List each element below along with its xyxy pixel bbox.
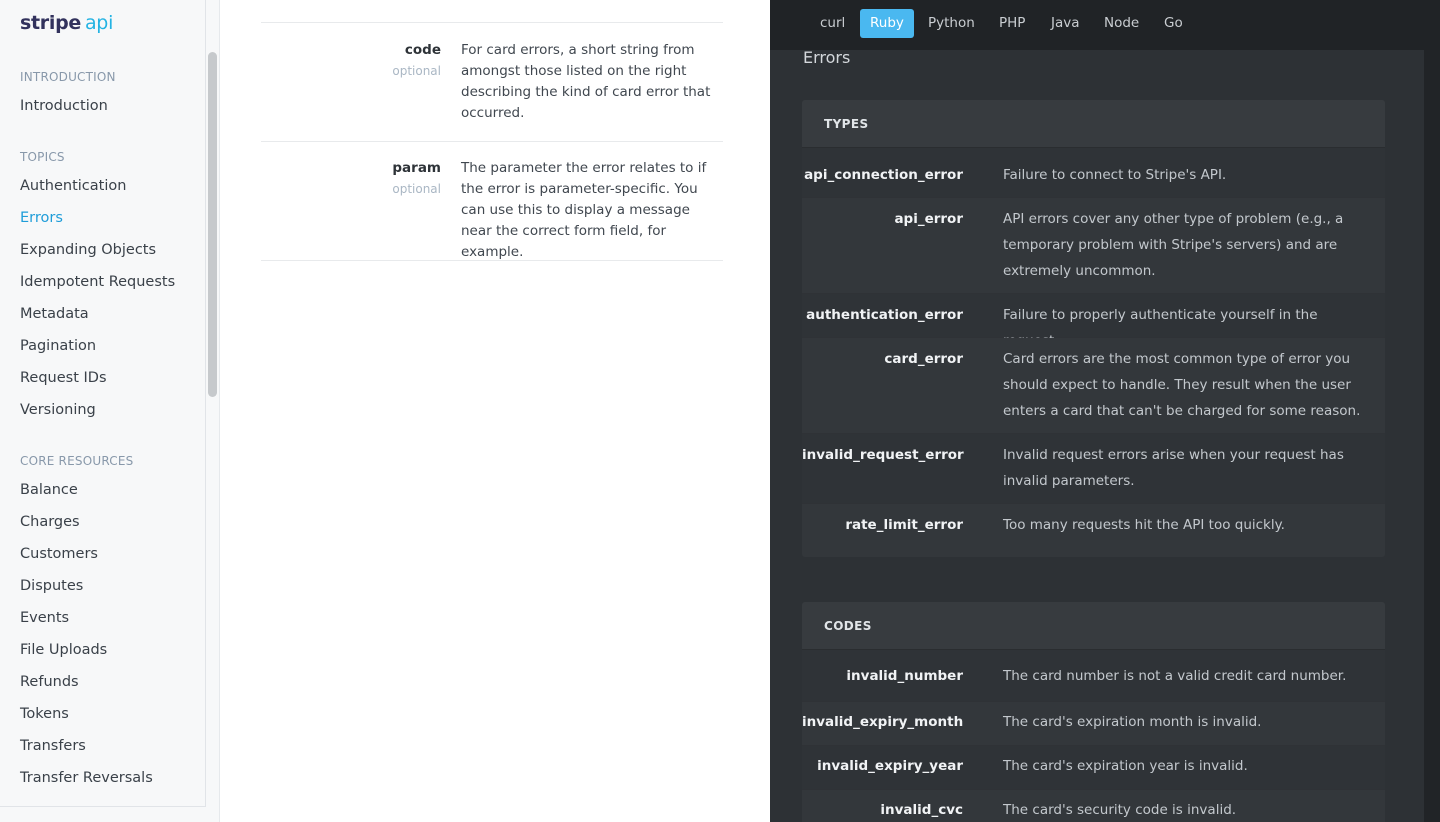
logo-suffix: api [84,12,114,34]
error-code-key: invalid_expiry_month [802,714,964,730]
table-row: rate_limit_error Too many requests hit t… [802,504,1385,556]
param-optional-label: optional [392,182,441,196]
error-code-description: The card's expiration year is invalid. [1003,758,1248,774]
error-type-description: Invalid request errors arise when your r… [1003,447,1344,489]
tab-go[interactable]: Go [1154,9,1193,38]
code-panel-heading: Errors [803,48,851,67]
sidebar-item-pagination[interactable]: Pagination [20,330,200,362]
code-panel: curl Ruby Python PHP Java Node Go Errors… [770,0,1440,822]
error-type-key: api_error [894,211,963,227]
param-row-param: param optional The parameter the error r… [261,142,723,261]
language-tabs: curl Ruby Python PHP Java Node Go [770,0,1440,50]
error-type-key: rate_limit_error [845,517,963,533]
error-type-key: card_error [884,351,963,367]
sidebar-item-events[interactable]: Events [20,602,200,634]
error-type-description: API errors cover any other type of probl… [1003,211,1344,279]
error-type-description: Failure to connect to Stripe's API. [1003,167,1227,183]
nav-section-core-resources: CORE RESOURCES [20,454,134,468]
sidebar-item-request-ids[interactable]: Request IDs [20,362,200,394]
sidebar-scrollbar[interactable] [208,52,217,397]
codes-table: CODES invalid_number The card number is … [802,602,1385,822]
table-row: api_error API errors cover any other typ… [802,198,1385,294]
tab-java[interactable]: Java [1041,9,1090,38]
sidebar-item-transfer-reversals[interactable]: Transfer Reversals [20,762,200,794]
sidebar-panel: stripe api INTRODUCTION Introduction TOPI… [0,0,206,807]
error-code-key: invalid_number [846,668,963,684]
param-name: param [392,160,441,176]
error-type-key: authentication_error [806,307,963,323]
types-table: TYPES api_connection_error Failure to co… [802,100,1385,557]
sidebar-item-customers[interactable]: Customers [20,538,200,570]
tab-curl[interactable]: curl [810,9,855,38]
error-type-description: Card errors are the most common type of … [1003,351,1361,419]
code-panel-scrollbar[interactable] [1424,50,1440,822]
table-row: card_error Card errors are the most comm… [802,338,1385,434]
error-code-description: The card's expiration month is invalid. [1003,714,1262,730]
nav-section-introduction: INTRODUCTION [20,70,116,84]
sidebar-item-disputes[interactable]: Disputes [20,570,200,602]
error-type-key: invalid_request_error [802,447,964,463]
table-title: CODES [802,602,1385,650]
tab-python[interactable]: Python [918,9,985,38]
table-row: invalid_request_error Invalid request er… [802,434,1385,504]
param-row-code: code optional For card errors, a short s… [261,23,723,142]
sidebar-item-idempotent-requests[interactable]: Idempotent Requests [20,266,200,298]
sidebar-item-authentication[interactable]: Authentication [20,170,200,202]
error-code-key: invalid_cvc [880,802,963,818]
error-code-description: The card's security code is invalid. [1003,802,1237,818]
table-row: invalid_expiry_month The card's expirati… [802,702,1385,746]
sidebar-nav: INTRODUCTION Introduction TOPICS Authent… [20,64,200,794]
sidebar-item-versioning[interactable]: Versioning [20,394,200,426]
sidebar-item-file-uploads[interactable]: File Uploads [20,634,200,666]
sidebar: stripe api INTRODUCTION Introduction TOPI… [0,0,220,822]
sidebar-item-introduction[interactable]: Introduction [20,90,200,122]
sidebar-item-errors[interactable]: Errors [20,202,200,234]
sidebar-item-refunds[interactable]: Refunds [20,666,200,698]
tab-node[interactable]: Node [1094,9,1149,38]
tab-ruby[interactable]: Ruby [860,9,914,38]
param-description: For card errors, a short string from amo… [461,42,711,121]
tab-php[interactable]: PHP [989,9,1035,38]
table-row: invalid_cvc The card's security code is … [802,790,1385,822]
sidebar-item-metadata[interactable]: Metadata [20,298,200,330]
sidebar-item-expanding-objects[interactable]: Expanding Objects [20,234,200,266]
error-type-key: api_connection_error [804,167,963,183]
logo-brand: stripe [20,12,81,34]
sidebar-item-charges[interactable]: Charges [20,506,200,538]
error-code-key: invalid_expiry_year [817,758,963,774]
param-name: code [404,42,441,58]
table-title: TYPES [802,100,1385,148]
table-row: invalid_number The card number is not a … [802,650,1385,702]
sidebar-item-tokens[interactable]: Tokens [20,698,200,730]
nav-section-topics: TOPICS [20,150,65,164]
table-row: invalid_expiry_year The card's expiratio… [802,746,1385,790]
param-description: The parameter the error relates to if th… [461,160,707,260]
sidebar-item-balance[interactable]: Balance [20,474,200,506]
error-type-description: Too many requests hit the API too quickl… [1003,517,1285,533]
main-content: code optional For card errors, a short s… [220,0,770,822]
error-code-description: The card number is not a valid credit ca… [1003,668,1347,684]
sidebar-item-transfers[interactable]: Transfers [20,730,200,762]
param-optional-label: optional [392,64,441,78]
table-row: api_connection_error Failure to connect … [802,148,1385,198]
stripe-api-logo[interactable]: stripe api [20,12,113,34]
table-row: authentication_error Failure to properly… [802,294,1385,349]
